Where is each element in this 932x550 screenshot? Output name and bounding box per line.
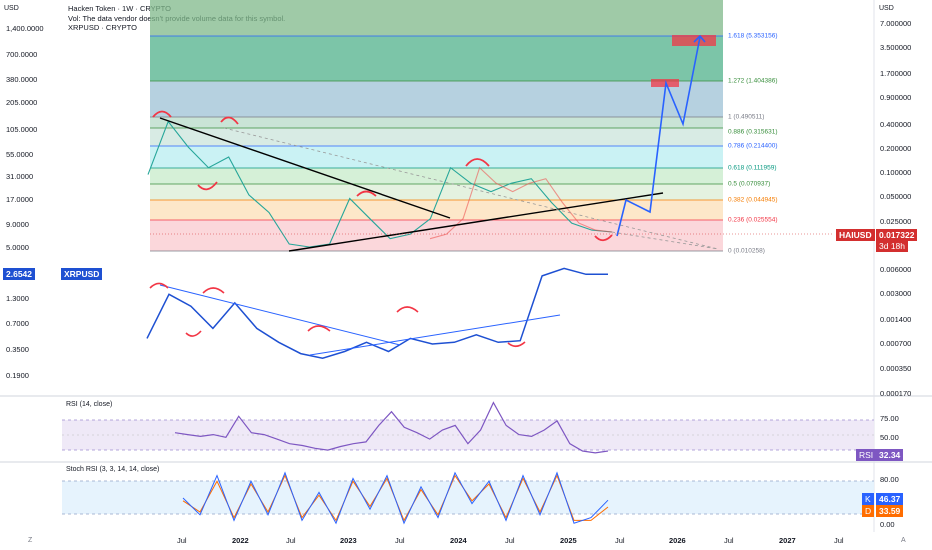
xrp-right-tick-5: 0.000170 — [880, 389, 912, 398]
stoch-title[interactable]: Stoch RSI (3, 3, 14, 14, close) — [66, 466, 159, 473]
fib-label-0236: 0.236 (0.025554) — [728, 217, 778, 224]
xrp-pane — [146, 267, 608, 359]
fib-label-0: 0 (0.010258) — [728, 248, 765, 255]
left-axis-tick-7: 17.0000 — [6, 195, 34, 204]
stoch-k-value: 46.37 — [876, 493, 904, 505]
time-tick-4: Jul — [395, 536, 405, 545]
time-tick-10: Jul — [724, 536, 734, 545]
left-axis-tick-4: 105.0000 — [6, 125, 38, 134]
fib-label-0382: 0.382 (0.044945) — [728, 197, 778, 204]
rsi-tag-label: RSI — [856, 449, 877, 461]
right-axis-tick-8: 0.025000 — [880, 217, 912, 226]
right-axis-tick-2: 1.700000 — [880, 69, 912, 78]
right-axis-tick-6: 0.100000 — [880, 168, 912, 177]
right-axis-tick-4: 0.400000 — [880, 120, 912, 129]
right-axis-tick-1: 3.500000 — [880, 43, 912, 52]
stoch-d-label: D — [862, 505, 875, 517]
left-axis-tick-2: 380.0000 — [6, 75, 38, 84]
stoch-k-label: K — [862, 493, 874, 505]
rsi-tag-value: 32.34 — [876, 449, 904, 461]
right-axis-tick-0: 7.000000 — [880, 19, 912, 28]
price-tag-countdown: 3d 18h — [876, 240, 908, 252]
timezone-icon[interactable]: Z — [28, 537, 33, 544]
time-tick-6: Jul — [505, 536, 515, 545]
rsi-tick-75: 75.00 — [880, 414, 899, 423]
fib-label-05: 0.5 (0.070937) — [728, 181, 770, 188]
left-axis-tick-6: 31.0000 — [6, 172, 34, 181]
xrp-right-tick-0: 0.006000 — [880, 265, 912, 274]
right-axis-tick-7: 0.050000 — [880, 192, 912, 201]
left-axis-tick-8: 9.0000 — [6, 220, 29, 229]
time-tick-11: 2027 — [779, 536, 796, 545]
right-axis-tick-3: 0.900000 — [880, 93, 912, 102]
rsi-tick-50: 50.00 — [880, 433, 899, 442]
fib-label-0786: 0.786 (0.214400) — [728, 143, 778, 150]
time-tick-7: 2025 — [560, 536, 577, 545]
time-tick-8: Jul — [615, 536, 625, 545]
fib-label-1: 1 (0.490511) — [728, 114, 764, 121]
right-axis-tick-5: 0.200000 — [880, 144, 912, 153]
fib-label-0886: 0.886 (0.315631) — [728, 129, 778, 136]
left-axis-tick-9: 5.0000 — [6, 243, 29, 252]
xrp-symbol-tag[interactable]: XRPUSD — [61, 268, 103, 280]
stoch-pane — [62, 471, 874, 525]
stoch-d-value: 33.59 — [876, 505, 904, 517]
auto-scale-icon[interactable]: A — [901, 537, 906, 544]
fib-label-0618: 0.618 (0.111959) — [728, 165, 777, 172]
xrp-right-tick-2: 0.001400 — [880, 315, 912, 324]
fib-labels: 1.618 (5.353156) 1.272 (1.404386) 1 (0.4… — [728, 33, 778, 255]
time-tick-3: 2023 — [340, 536, 357, 545]
target-zone-upper[interactable] — [672, 35, 716, 46]
time-tick-12: Jul — [834, 536, 844, 545]
rsi-title[interactable]: RSI (14, close) — [66, 401, 112, 408]
time-tick-1: 2022 — [232, 536, 249, 545]
xrp-left-tick-2: 0.3500 — [6, 345, 29, 354]
stoch-tick-0: 0.00 — [880, 520, 895, 529]
xrp-right-tick-4: 0.000350 — [880, 364, 912, 373]
left-axis-tick-3: 205.0000 — [6, 98, 38, 107]
stoch-tick-80: 80.00 — [880, 475, 899, 484]
fib-label-1272: 1.272 (1.404386) — [728, 78, 778, 85]
left-axis-tick-5: 55.0000 — [6, 150, 34, 159]
xrp-series-line — [146, 267, 608, 359]
xrp-value-tag: 2.6542 — [3, 268, 35, 280]
price-tag-symbol: HAIUSD — [836, 229, 875, 241]
xrp-left-tick-1: 0.7000 — [6, 319, 29, 328]
time-tick-0: Jul — [177, 536, 187, 545]
fib-label-1618: 1.618 (5.353156) — [728, 33, 778, 40]
left-axis-tick-1: 700.0000 — [6, 50, 38, 59]
time-tick-5: 2024 — [450, 536, 467, 545]
xrp-left-tick-0: 1.3000 — [6, 294, 29, 303]
xrp-left-tick-3: 0.1900 — [6, 371, 29, 380]
xrp-right-tick-3: 0.000700 — [880, 339, 912, 348]
time-tick-2: Jul — [286, 536, 296, 545]
left-axis-tick-0: 1,400.0000 — [6, 24, 44, 33]
time-tick-9: 2026 — [669, 536, 686, 545]
xrp-right-tick-1: 0.003000 — [880, 289, 912, 298]
rsi-pane — [62, 401, 874, 454]
